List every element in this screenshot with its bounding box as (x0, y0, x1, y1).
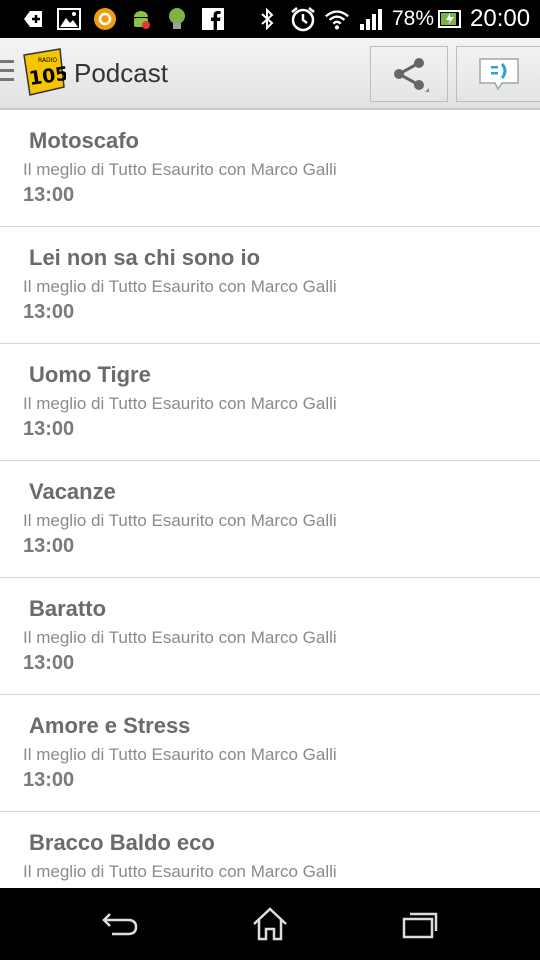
drawer-menu-icon[interactable] (0, 60, 14, 86)
list-item[interactable]: Lei non sa chi sono io Il meglio di Tutt… (0, 227, 540, 344)
podcast-list: Motoscafo Il meglio di Tutto Esaurito co… (0, 110, 540, 888)
podcast-time: 13:00 (23, 769, 75, 791)
battery-percent: 78% (392, 7, 435, 30)
recent-apps-button[interactable] (398, 902, 442, 946)
share-button[interactable] (370, 46, 448, 102)
list-item[interactable]: Vacanze Il meglio di Tutto Esaurito con … (0, 461, 540, 578)
battery-charging-icon (438, 6, 462, 32)
podcast-time: 13:00 (23, 418, 75, 440)
radio-105-logo[interactable]: RADIO 105 (20, 47, 70, 97)
alarm-icon (290, 6, 316, 32)
svg-text:RADIO: RADIO (38, 57, 57, 64)
list-item[interactable]: Bracco Baldo eco Il meglio di Tutto Esau… (0, 812, 540, 888)
podcast-time: 13:00 (23, 535, 75, 557)
navigation-bar (0, 888, 540, 960)
podcast-subtitle: Il meglio di Tutto Esaurito con Marco Ga… (23, 511, 337, 530)
podcast-time: 13:00 (23, 301, 75, 323)
list-item[interactable]: Motoscafo Il meglio di Tutto Esaurito co… (0, 110, 540, 227)
home-icon (253, 907, 287, 941)
add-notification-icon (20, 6, 46, 32)
podcast-title: Baratto (29, 596, 107, 621)
podcast-title: Lei non sa chi sono io (29, 245, 261, 270)
status-bar: 78% 20:00 (0, 0, 540, 38)
list-item[interactable]: Amore e Stress Il meglio di Tutto Esauri… (0, 695, 540, 812)
podcast-time: 13:00 (23, 652, 75, 674)
podcast-subtitle: Il meglio di Tutto Esaurito con Marco Ga… (23, 394, 337, 413)
signal-icon (358, 6, 384, 32)
podcast-subtitle: Il meglio di Tutto Esaurito con Marco Ga… (23, 277, 337, 296)
podcast-title: Vacanze (29, 479, 116, 504)
bluetooth-icon (254, 6, 280, 32)
podcast-subtitle: Il meglio di Tutto Esaurito con Marco Ga… (23, 628, 337, 647)
podcast-subtitle: Il meglio di Tutto Esaurito con Marco Ga… (23, 745, 337, 764)
recent-apps-icon (402, 912, 438, 939)
back-button[interactable] (98, 902, 142, 946)
podcast-title: Uomo Tigre (29, 362, 151, 387)
chat-button[interactable] (456, 46, 540, 102)
image-icon (56, 6, 82, 32)
podcast-title: Bracco Baldo eco (29, 830, 215, 855)
orange-app-icon (92, 6, 118, 32)
status-clock: 20:00 (470, 5, 531, 32)
list-item[interactable]: Baratto Il meglio di Tutto Esaurito con … (0, 578, 540, 695)
podcast-title: Amore e Stress (29, 713, 191, 738)
home-button[interactable] (248, 902, 292, 946)
podcast-time: 13:00 (23, 184, 75, 206)
share-icon (394, 58, 429, 92)
chat-bubble-icon (478, 58, 519, 91)
podcast-subtitle: Il meglio di Tutto Esaurito con Marco Ga… (23, 862, 337, 881)
action-bar: RADIO 105 Podcast (0, 38, 540, 110)
android-debug-icon (128, 6, 154, 32)
podcast-subtitle: Il meglio di Tutto Esaurito con Marco Ga… (23, 160, 337, 179)
page-title: Podcast (74, 58, 168, 88)
lightbulb-icon (164, 6, 190, 32)
list-item[interactable]: Uomo Tigre Il meglio di Tutto Esaurito c… (0, 344, 540, 461)
facebook-icon (200, 6, 226, 32)
podcast-title: Motoscafo (29, 128, 139, 153)
back-icon (102, 913, 138, 936)
wifi-icon (324, 6, 350, 32)
